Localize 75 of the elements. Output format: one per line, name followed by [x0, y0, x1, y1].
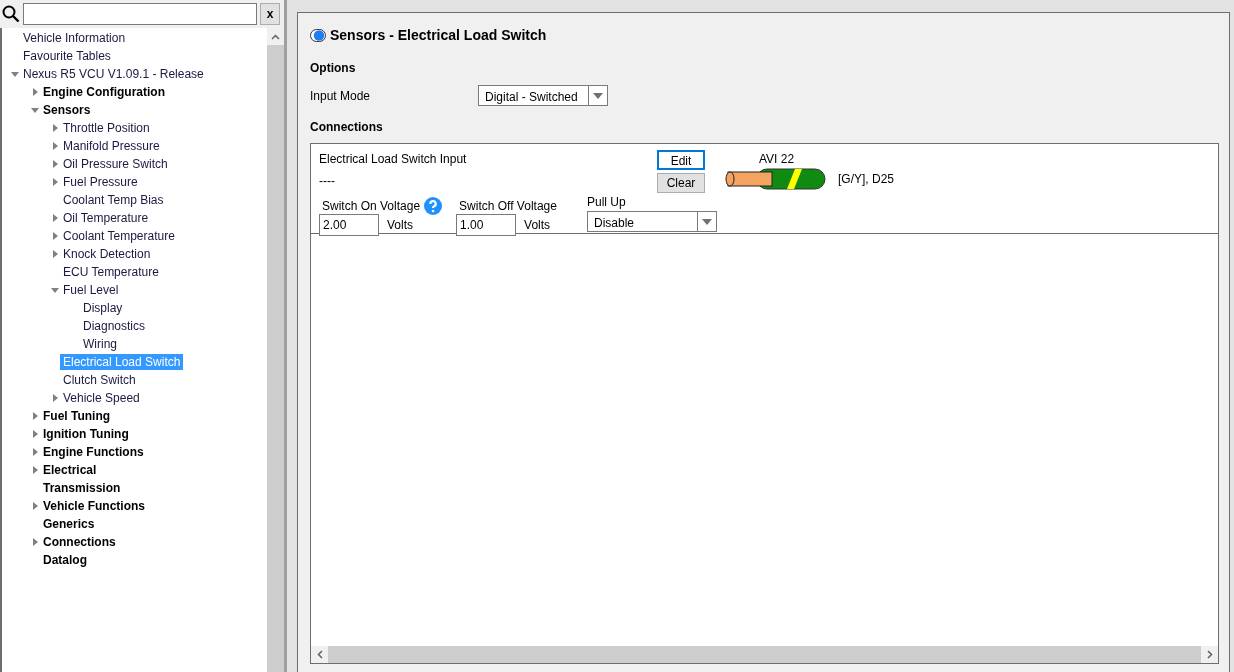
field-label: Pull Up [587, 194, 627, 211]
scroll-up-button[interactable] [267, 28, 284, 45]
collapsed-arrow-icon[interactable] [50, 177, 60, 187]
collapsed-arrow-icon[interactable] [50, 249, 60, 259]
collapsed-arrow-icon[interactable] [50, 231, 60, 241]
field-label: Switch Off Voltage [459, 198, 557, 215]
tree-item[interactable]: Clutch Switch [60, 372, 139, 388]
tree-item[interactable]: Electrical [40, 462, 100, 478]
collapsed-arrow-icon[interactable] [30, 447, 40, 457]
tree-item[interactable]: Throttle Position [60, 120, 153, 136]
unit-label: Volts [524, 217, 551, 234]
tree-item[interactable]: Fuel Tuning [40, 408, 114, 424]
tree-item[interactable]: Oil Pressure Switch [60, 156, 171, 172]
tree-item[interactable]: Engine Configuration [40, 84, 168, 100]
tree-item[interactable]: Vehicle Information [20, 30, 129, 46]
collapsed-arrow-icon[interactable] [30, 537, 40, 547]
unit-label: Volts [387, 217, 413, 234]
tree-item[interactable]: Display [80, 300, 126, 316]
caret-icon [593, 92, 603, 99]
page-title: Sensors - Electrical Load Switch [330, 25, 547, 45]
tree-item[interactable]: Wiring [80, 336, 120, 352]
tree-item[interactable]: Vehicle Functions [40, 498, 149, 514]
collapsed-arrow-icon[interactable] [50, 393, 60, 403]
tree-item[interactable]: Coolant Temperature [60, 228, 178, 244]
tree-item[interactable]: Manifold Pressure [60, 138, 163, 154]
expanded-arrow-icon[interactable] [10, 69, 20, 79]
collapsed-arrow-icon[interactable] [30, 411, 40, 421]
tree-item[interactable]: Diagnostics [80, 318, 149, 334]
tree-item[interactable]: Oil Temperature [60, 210, 152, 226]
voltage-field[interactable]: 1.00 [456, 214, 517, 236]
collapsed-arrow-icon[interactable] [30, 87, 40, 97]
search-field[interactable] [23, 3, 257, 25]
tree-item[interactable]: Ignition Tuning [40, 426, 132, 442]
caret-icon [702, 218, 712, 225]
tree-item[interactable]: Transmission [40, 480, 124, 496]
tree-item[interactable]: Fuel Level [60, 282, 122, 298]
tree-item[interactable]: Favourite Tables [20, 48, 114, 64]
collapsed-arrow-icon[interactable] [30, 465, 40, 475]
section-heading: Options [310, 60, 357, 77]
collapsed-arrow-icon[interactable] [30, 429, 40, 439]
tree-item[interactable]: Generics [40, 516, 98, 532]
collapsed-arrow-icon[interactable] [50, 159, 60, 169]
pull-up-dropdown[interactable]: Disable [587, 211, 717, 232]
status-indicator-icon [310, 28, 326, 42]
field-label: Switch On Voltage [322, 198, 421, 215]
tree-item[interactable]: Connections [40, 534, 119, 550]
collapsed-arrow-icon[interactable] [50, 213, 60, 223]
tree-item[interactable]: Nexus R5 VCU V1.09.1 - Release [20, 66, 207, 82]
help-icon[interactable] [424, 197, 443, 215]
edit-button[interactable]: Edit [657, 150, 705, 170]
scrollbar-thumb[interactable] [328, 646, 1201, 663]
expanded-arrow-icon[interactable] [30, 105, 40, 115]
clear-button[interactable]: Clear [657, 173, 705, 193]
tree-item[interactable]: Sensors [40, 102, 94, 118]
tree-item[interactable]: Fuel Pressure [60, 174, 141, 190]
connection-value: ---- [319, 173, 336, 190]
tree-item[interactable]: Engine Functions [40, 444, 147, 460]
tree-item[interactable]: Datalog [40, 552, 90, 568]
tree-item[interactable]: Coolant Temp Bias [60, 192, 167, 208]
search-icon [2, 5, 20, 23]
connection-name: Electrical Load Switch Input [319, 151, 468, 168]
input-mode-dropdown[interactable]: Digital - Switched [478, 85, 608, 106]
pin-label: AVI 22 [759, 151, 795, 168]
expanded-arrow-icon[interactable] [50, 285, 60, 295]
wire-label: [G/Y], D25 [838, 171, 895, 188]
collapsed-arrow-icon[interactable] [30, 501, 40, 511]
tree-item[interactable]: Knock Detection [60, 246, 154, 262]
tree-item[interactable]: Vehicle Speed [60, 390, 143, 406]
section-heading: Connections [310, 119, 384, 136]
field-label: Input Mode [310, 87, 372, 105]
voltage-field[interactable]: 2.00 [319, 214, 379, 236]
clear-search-button[interactable]: x [260, 3, 280, 25]
collapsed-arrow-icon[interactable] [50, 141, 60, 151]
collapsed-arrow-icon[interactable] [50, 123, 60, 133]
tree-item[interactable]: ECU Temperature [60, 264, 162, 280]
